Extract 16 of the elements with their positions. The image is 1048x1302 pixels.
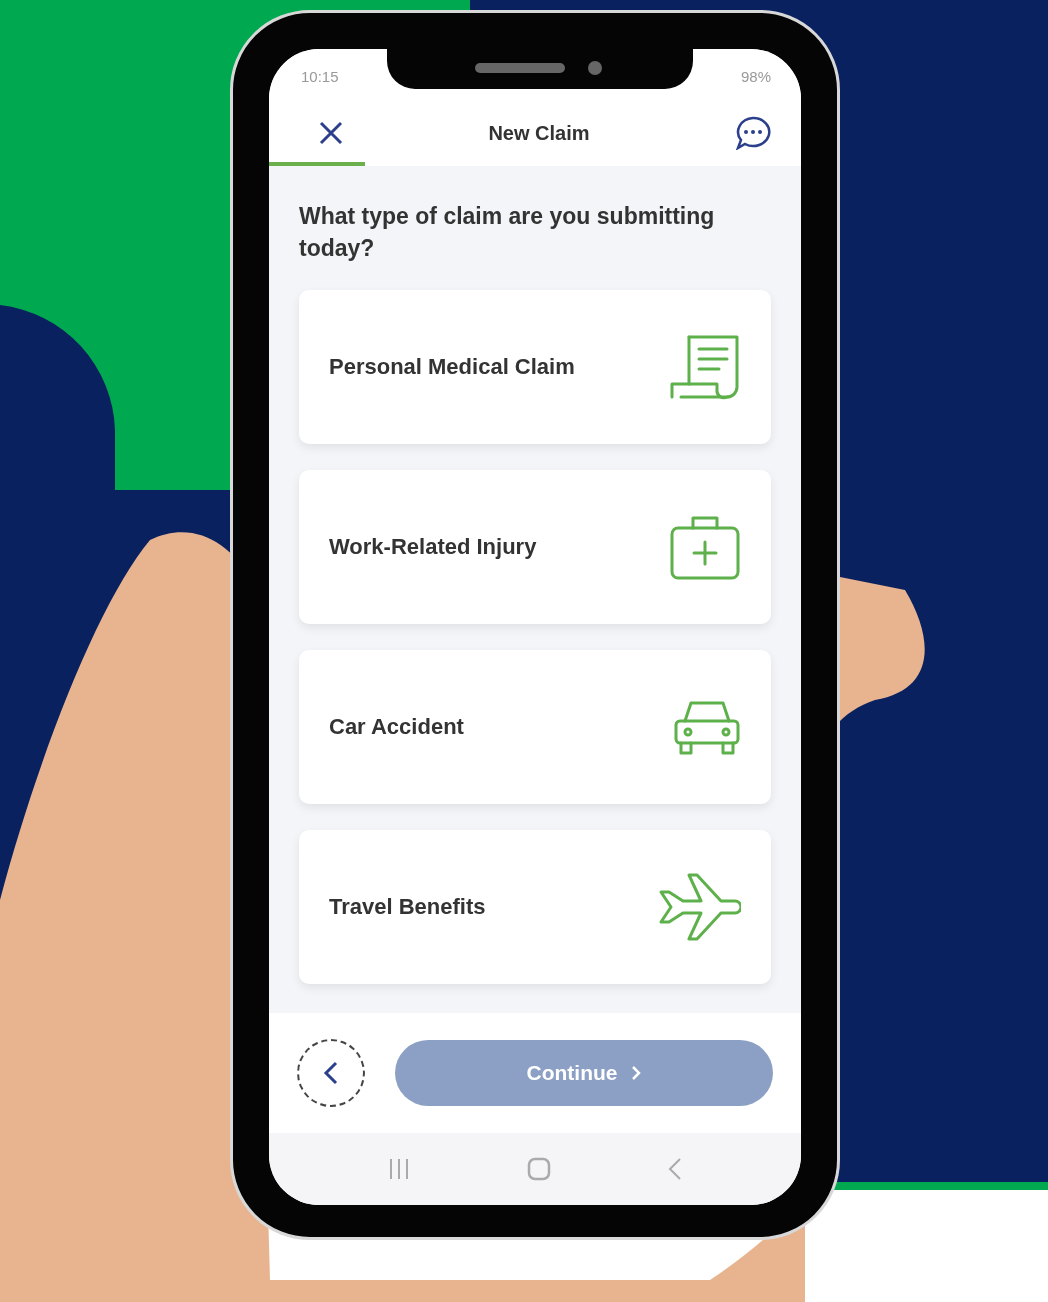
car-icon bbox=[673, 699, 741, 755]
close-icon[interactable] bbox=[319, 121, 343, 145]
claim-type-card[interactable]: Car Accident bbox=[299, 650, 771, 804]
status-time: 10:15 bbox=[301, 68, 339, 85]
battery-level: 98% bbox=[740, 68, 771, 85]
first-aid-kit-icon bbox=[669, 514, 741, 580]
question-text: What type of claim are you submitting today? bbox=[299, 202, 716, 263]
chevron-right-icon bbox=[631, 1065, 642, 1081]
claim-type-card[interactable]: Travel Benefits bbox=[299, 830, 771, 984]
claim-type-card[interactable]: Work-Related Injury bbox=[299, 470, 771, 624]
claim-type-card[interactable]: Personal Medical Claim bbox=[299, 290, 771, 444]
screen-title: New Claim bbox=[488, 121, 590, 145]
chat-icon[interactable] bbox=[735, 116, 771, 150]
receipt-icon bbox=[669, 334, 741, 400]
chevron-left-icon bbox=[323, 1061, 339, 1085]
airplane-icon bbox=[657, 872, 741, 942]
